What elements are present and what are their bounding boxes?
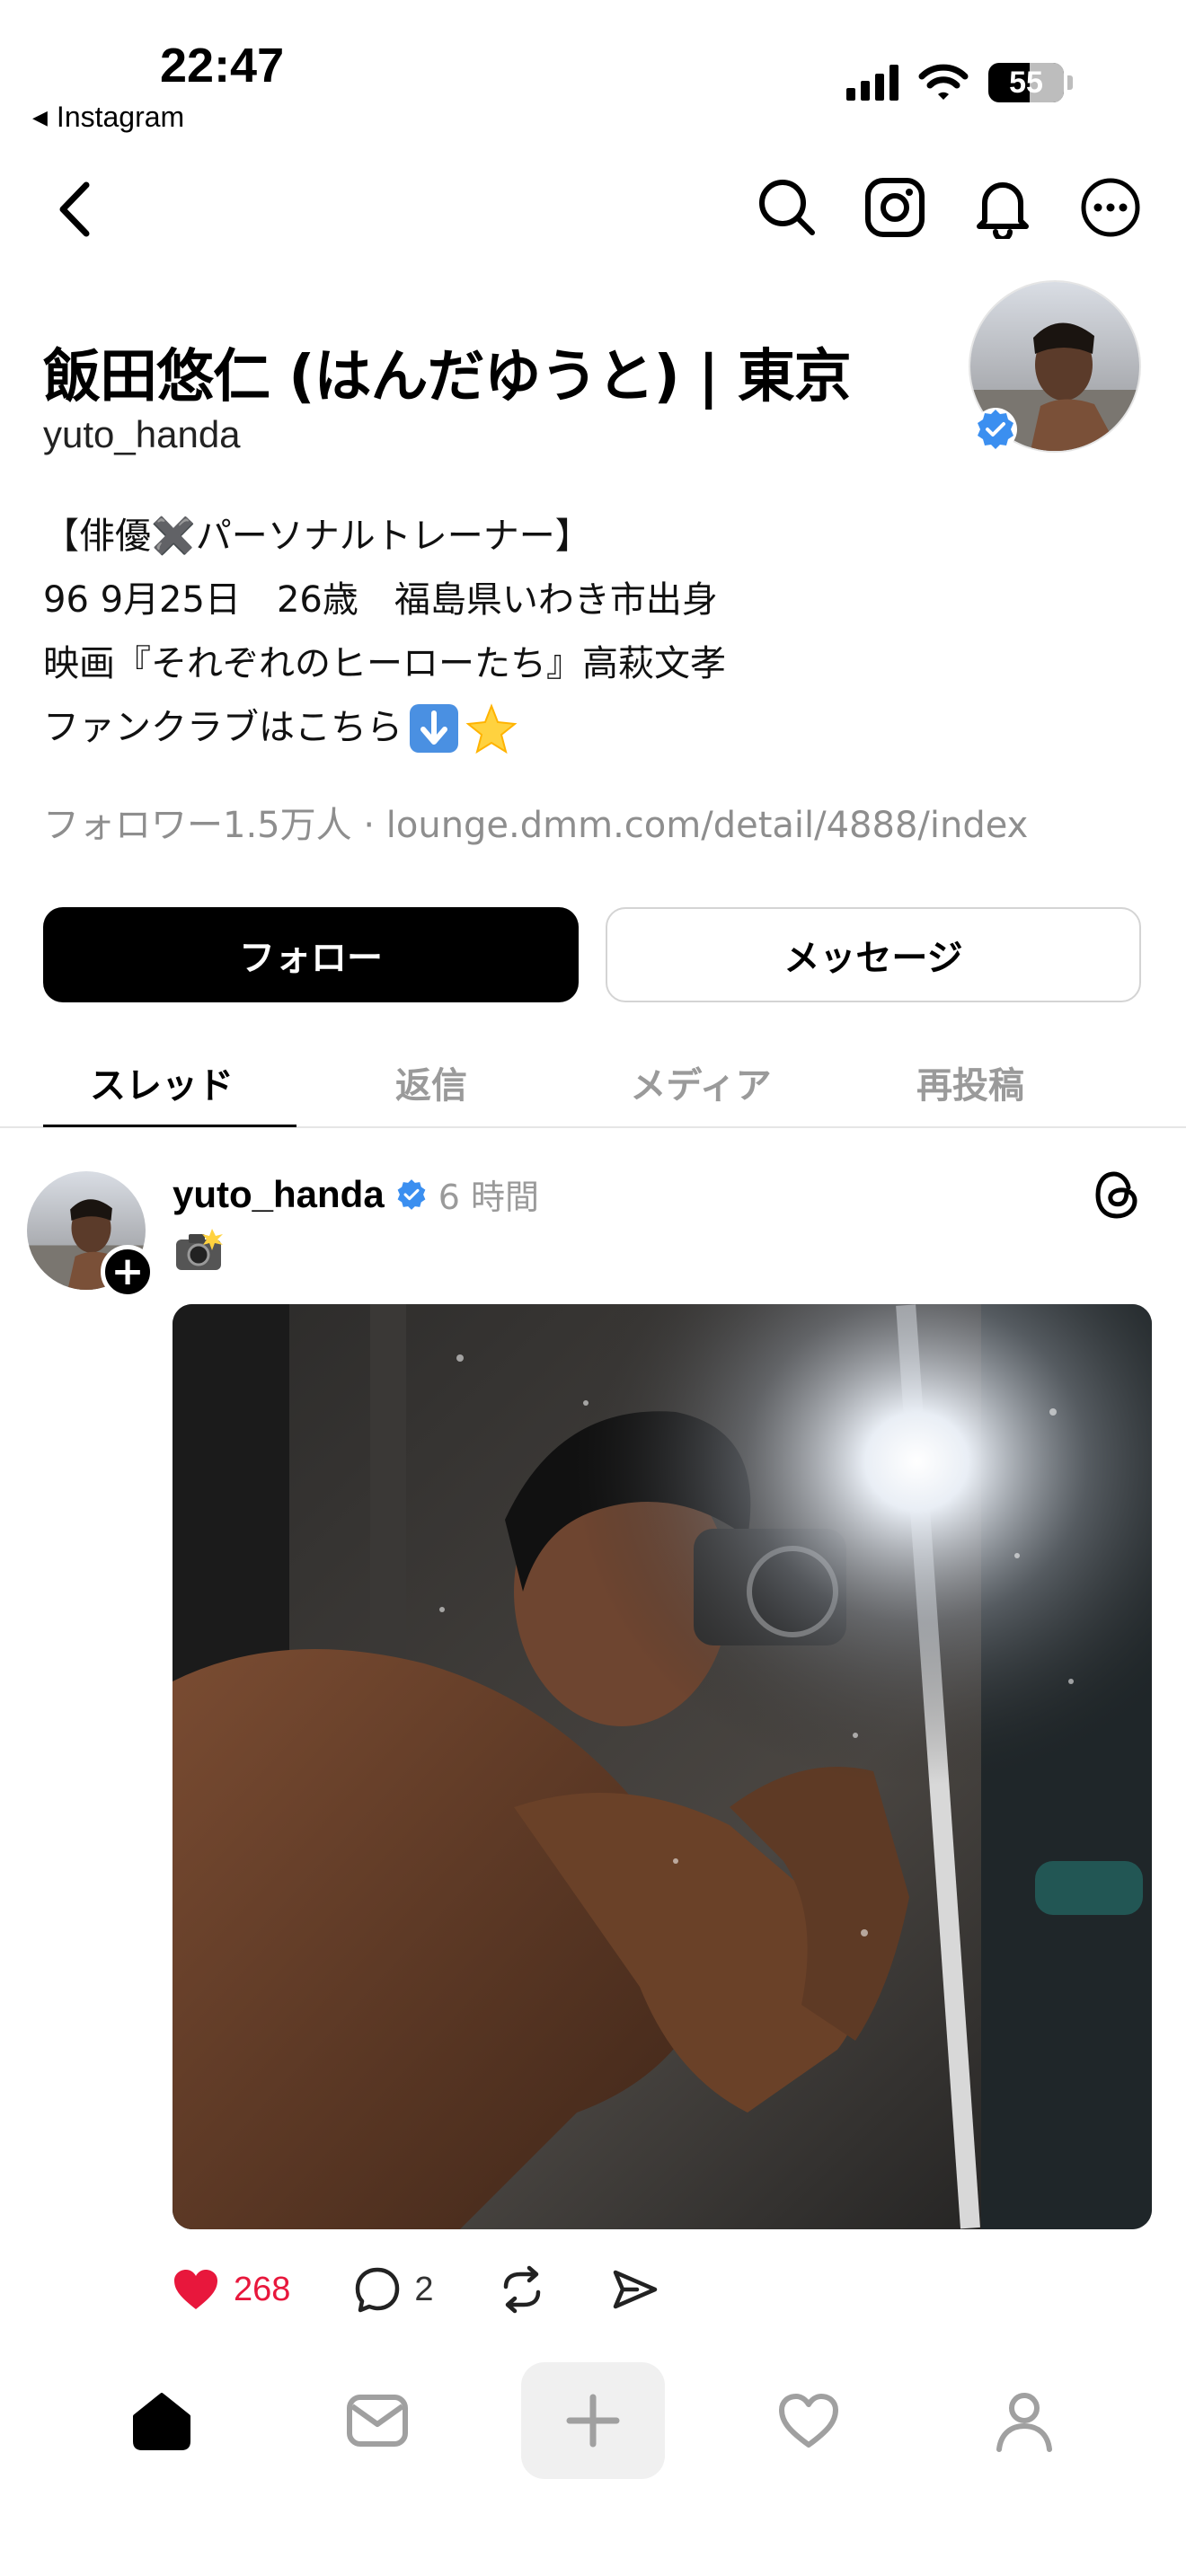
inbox-icon	[347, 2395, 408, 2447]
search-button[interactable]	[757, 176, 818, 239]
instagram-button[interactable]	[864, 176, 925, 239]
nav-activity[interactable]	[737, 2362, 881, 2479]
status-time: 22:47	[160, 39, 285, 93]
tab-reposts[interactable]: 再投稿	[836, 1042, 1105, 1128]
heart-filled-icon	[174, 2270, 217, 2309]
tab-replies[interactable]: 返信	[296, 1042, 566, 1128]
arrow-down-icon	[410, 703, 458, 753]
search-icon	[759, 180, 815, 235]
nav-home[interactable]	[90, 2362, 234, 2479]
nav-profile[interactable]	[952, 2362, 1096, 2479]
post-actions: 268 2	[171, 2265, 721, 2314]
send-icon	[613, 2270, 657, 2309]
back-to-app-link[interactable]: ◀ Instagram	[32, 101, 184, 134]
profile-bio: 【俳優✖️パーソナルトレーナー】 96 9月25日 26歳 福島県いわき市出身 …	[43, 505, 726, 760]
verified-badge-icon	[397, 1178, 426, 1210]
battery-icon: 55	[988, 63, 1064, 102]
comment-button[interactable]: 2	[353, 2265, 434, 2314]
profile-tabs: スレッド 返信 メディア 再投稿	[0, 1042, 1186, 1128]
post-time: 6 時間	[438, 1178, 539, 1217]
bottom-nav	[0, 2362, 1186, 2479]
like-count: 268	[234, 2270, 291, 2308]
more-options-icon	[1081, 178, 1140, 237]
bio-line: 【俳優✖️パーソナルトレーナー】	[43, 516, 591, 557]
threads-icon[interactable]	[1093, 1168, 1141, 1222]
comment-icon	[356, 2267, 400, 2313]
battery-cap	[1067, 75, 1073, 90]
repost-icon	[503, 2265, 540, 2314]
post-username[interactable]: yuto_handa	[173, 1173, 385, 1216]
post-image[interactable]	[173, 1304, 1152, 2229]
status-icons: 55	[846, 63, 1073, 102]
back-button[interactable]	[50, 178, 104, 241]
like-button[interactable]: 268	[171, 2266, 290, 2313]
profile-icon	[996, 2393, 1052, 2452]
nav-feed[interactable]	[305, 2362, 449, 2479]
share-button[interactable]	[610, 2265, 659, 2314]
heart-icon	[779, 2394, 838, 2448]
plus-icon	[566, 2394, 620, 2448]
follow-plus-button[interactable]: +	[101, 1245, 155, 1299]
active-tab-indicator	[43, 1125, 296, 1127]
comment-count: 2	[414, 2270, 434, 2308]
repost-button[interactable]	[497, 2265, 547, 2314]
back-triangle-icon: ◀	[32, 105, 48, 128]
wifi-icon	[918, 64, 969, 100]
chevron-left-icon	[59, 181, 90, 237]
bio-line: 96 9月25日 26歳 福島県いわき市出身	[43, 579, 718, 621]
verified-badge-icon	[974, 408, 1017, 451]
bell-icon	[977, 182, 1029, 239]
tab-threads[interactable]: スレッド	[27, 1042, 296, 1128]
followers-and-link[interactable]: フォロワー1.5万人 · lounge.dmm.com/detail/4888/…	[43, 796, 1028, 848]
bio-line: 映画『それぞれのヒーローたち』高萩文孝	[43, 643, 726, 684]
home-icon	[133, 2393, 190, 2450]
tab-media[interactable]: メディア	[566, 1042, 836, 1128]
follow-button[interactable]: フォロー	[43, 907, 579, 1002]
post-header: yuto_handa 6 時間	[173, 1169, 539, 1219]
nav-create[interactable]	[521, 2362, 665, 2479]
glowing-star-icon	[465, 702, 518, 754]
bio-line: ファンクラブはこちら	[43, 707, 403, 748]
message-button[interactable]: メッセージ	[606, 907, 1141, 1002]
mirror-selfie-photo	[173, 1304, 1152, 2229]
profile-name: 飯田悠仁 (はんだゆうと) | 東京	[43, 344, 852, 410]
header-actions	[757, 176, 1141, 239]
more-options-button[interactable]	[1080, 176, 1141, 239]
instagram-icon	[865, 178, 925, 237]
battery-level: 55	[1009, 65, 1043, 100]
back-app-label: Instagram	[56, 101, 185, 133]
profile-handle: yuto_handa	[43, 413, 241, 455]
camera-with-flash-icon	[176, 1229, 223, 1270]
notifications-button[interactable]	[972, 176, 1033, 239]
cellular-signal-icon	[846, 65, 898, 101]
